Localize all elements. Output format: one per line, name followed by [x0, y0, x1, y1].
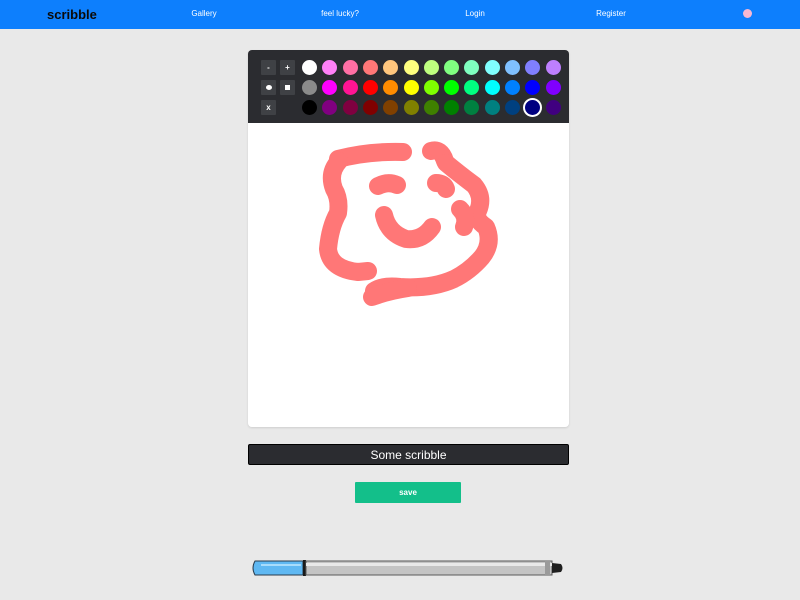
color-swatch[interactable] — [342, 80, 358, 95]
color-swatch[interactable] — [362, 100, 378, 115]
nav-link-feel-lucky[interactable]: feel lucky? — [321, 9, 359, 18]
color-swatch[interactable] — [484, 100, 500, 115]
increase-brush-size-button[interactable]: + — [280, 60, 295, 75]
color-swatch[interactable] — [505, 100, 520, 115]
color-swatch[interactable] — [423, 60, 439, 75]
color-swatch[interactable] — [383, 80, 399, 95]
nav-link-login[interactable]: Login — [465, 9, 485, 18]
color-swatch[interactable] — [362, 60, 378, 75]
scribble-title-input[interactable] — [248, 444, 569, 465]
color-swatch[interactable] — [444, 80, 460, 95]
scribble-stroke — [369, 174, 406, 195]
color-swatch[interactable] — [322, 60, 338, 75]
color-swatch[interactable] — [322, 100, 338, 115]
color-swatch[interactable] — [444, 60, 460, 75]
drawing-toolbar: - + x — [248, 50, 569, 123]
scribble-stroke — [329, 142, 412, 168]
color-swatch[interactable] — [302, 60, 317, 75]
color-swatch[interactable] — [423, 100, 439, 115]
color-swatch[interactable] — [302, 100, 317, 115]
color-swatch[interactable] — [484, 80, 500, 95]
color-swatch[interactable] — [545, 80, 561, 95]
pen-cursor-icon — [252, 560, 563, 576]
decrease-brush-size-button[interactable]: - — [261, 60, 276, 75]
color-swatch[interactable] — [342, 60, 358, 75]
color-swatch[interactable] — [525, 60, 541, 75]
color-swatch[interactable] — [505, 80, 520, 95]
brand-logo-link[interactable]: scribble — [47, 7, 97, 22]
color-swatch[interactable] — [464, 60, 480, 75]
round-brush-icon — [265, 85, 272, 91]
color-swatch[interactable] — [403, 60, 419, 75]
top-navbar: scribble Gallery feel lucky? Login Regis… — [0, 0, 800, 29]
save-button[interactable]: save — [355, 482, 461, 503]
color-swatch[interactable] — [525, 80, 541, 95]
round-brush-button[interactable] — [261, 80, 276, 95]
color-swatch[interactable] — [464, 100, 480, 115]
scribble-stroke — [363, 279, 417, 306]
drawing-canvas[interactable] — [248, 123, 569, 427]
color-swatch[interactable] — [545, 100, 561, 115]
clear-canvas-button[interactable]: x — [261, 100, 276, 115]
color-swatch[interactable] — [545, 60, 561, 75]
color-swatch[interactable] — [383, 60, 399, 75]
color-swatch[interactable] — [423, 80, 439, 95]
scribble-stroke — [427, 174, 455, 198]
color-swatch[interactable] — [525, 100, 541, 115]
nav-link-register[interactable]: Register — [596, 9, 626, 18]
scribble-editor: - + x — [248, 50, 569, 427]
color-swatch[interactable] — [383, 100, 399, 115]
status-dot-icon — [743, 9, 752, 18]
scribble-stroke — [451, 200, 475, 236]
color-swatch[interactable] — [505, 60, 520, 75]
square-brush-button[interactable] — [280, 80, 295, 95]
color-swatch[interactable] — [362, 80, 378, 95]
scribble-stroke — [375, 206, 441, 249]
color-swatch[interactable] — [302, 80, 317, 95]
color-swatch[interactable] — [322, 80, 338, 95]
color-swatch[interactable] — [403, 100, 419, 115]
color-swatch[interactable] — [464, 80, 480, 95]
color-swatch[interactable] — [342, 100, 358, 115]
color-swatch[interactable] — [484, 60, 500, 75]
color-swatch[interactable] — [403, 80, 419, 95]
square-brush-icon — [285, 85, 290, 91]
nav-link-gallery[interactable]: Gallery — [191, 9, 216, 18]
color-swatch[interactable] — [444, 100, 460, 115]
scribble-drawing — [319, 141, 498, 306]
scribble-stroke — [319, 152, 377, 281]
